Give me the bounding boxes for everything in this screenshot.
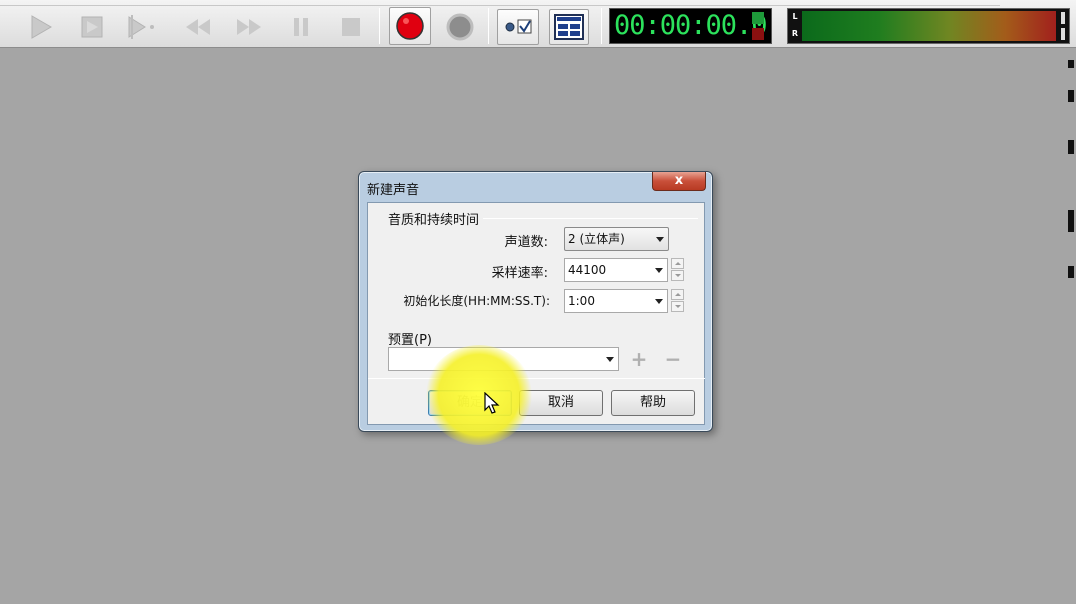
ruler-tick xyxy=(1068,140,1074,154)
close-button[interactable]: x xyxy=(652,172,706,191)
chevron-down-icon xyxy=(606,357,614,362)
sample-rate-combo[interactable]: 44100 xyxy=(564,258,668,282)
toolbar-separator xyxy=(379,8,380,44)
add-preset-icon[interactable]: + xyxy=(630,349,648,369)
input-monitor-button[interactable] xyxy=(497,9,539,45)
init-length-value: 1:00 xyxy=(568,294,595,308)
chevron-down-icon xyxy=(655,268,663,273)
stop-button[interactable] xyxy=(333,9,369,45)
pause-button[interactable] xyxy=(283,9,319,45)
play-icon xyxy=(31,15,52,39)
fast-forward-icon xyxy=(237,19,261,35)
display-settings-icon xyxy=(554,14,584,40)
init-length-label: 初始化长度(HH:MM:SS.T): xyxy=(403,294,550,308)
mouse-cursor-icon xyxy=(484,392,500,414)
toolbar-separator xyxy=(601,8,602,44)
dialog-body: 音质和持续时间 声道数: 2 (立体声) 采样速率: 44100 初始化长度(H… xyxy=(367,202,705,425)
record-button[interactable] xyxy=(389,7,431,45)
transport-toolbar: 00:00:00.0 L R xyxy=(0,0,1076,48)
remove-preset-icon[interactable]: − xyxy=(664,349,682,369)
spin-down-icon[interactable] xyxy=(671,270,684,281)
sample-rate-label: 采样速率: xyxy=(491,266,548,281)
toolbar-separator xyxy=(488,8,489,44)
side-ruler xyxy=(1068,60,1076,360)
group-title: 音质和持续时间 xyxy=(388,209,484,228)
stop-icon xyxy=(342,18,360,36)
loop-record-icon xyxy=(446,13,474,41)
play-from-cursor-icon xyxy=(128,15,154,39)
channels-label: 声道数: xyxy=(504,235,548,250)
dialog-title: 新建声音 xyxy=(367,183,420,198)
meter-bar xyxy=(802,11,1056,41)
level-meter: L R xyxy=(787,8,1070,44)
init-length-spinner[interactable] xyxy=(671,289,684,313)
ruler-tick xyxy=(1068,90,1074,102)
play-button[interactable] xyxy=(22,9,58,45)
record-icon xyxy=(396,12,424,40)
spin-down-icon[interactable] xyxy=(671,301,684,312)
fast-forward-button[interactable] xyxy=(231,9,267,45)
pause-icon xyxy=(294,18,308,36)
time-indicator-red xyxy=(752,28,764,40)
ruler-tick xyxy=(1068,60,1074,68)
rewind-icon xyxy=(186,19,210,35)
new-sound-dialog: 新建声音 x 音质和持续时间 声道数: 2 (立体声) 采样速率: 44100 … xyxy=(358,171,713,432)
loop-record-button[interactable] xyxy=(442,9,478,45)
ruler-tick xyxy=(1068,266,1074,278)
meter-peak-right xyxy=(1061,28,1065,40)
init-length-combo[interactable]: 1:00 xyxy=(564,289,668,313)
rewind-button[interactable] xyxy=(180,9,216,45)
help-button[interactable]: 帮助 xyxy=(611,390,695,416)
time-display: 00:00:00.0 xyxy=(609,8,772,44)
close-icon: x xyxy=(674,173,684,188)
time-readout: 00:00:00.0 xyxy=(614,10,768,41)
chevron-down-icon xyxy=(656,237,664,242)
ruler-tick xyxy=(1068,210,1074,232)
meter-peak-left xyxy=(1061,12,1065,24)
spin-up-icon[interactable] xyxy=(671,289,684,300)
preset-label: 预置(P) xyxy=(388,333,432,348)
spin-up-icon[interactable] xyxy=(671,258,684,269)
toolbar-top-line xyxy=(0,0,1000,6)
sample-rate-spinner[interactable] xyxy=(671,258,684,282)
sample-rate-value: 44100 xyxy=(568,263,607,277)
button-divider xyxy=(368,378,705,379)
meter-left-label: L xyxy=(792,12,798,21)
preset-combo[interactable] xyxy=(388,347,619,371)
play-from-cursor-button[interactable] xyxy=(123,9,159,45)
time-indicator-green xyxy=(752,12,764,24)
stop-to-end-button[interactable] xyxy=(74,9,110,45)
channels-value: 2 (立体声) xyxy=(568,232,625,246)
meter-right-label: R xyxy=(791,29,799,38)
input-monitor-icon xyxy=(505,19,532,34)
chevron-down-icon xyxy=(655,299,663,304)
channels-select[interactable]: 2 (立体声) xyxy=(564,227,669,251)
stop-to-end-icon xyxy=(81,16,103,38)
display-settings-button[interactable] xyxy=(549,9,589,45)
cancel-button[interactable]: 取消 xyxy=(519,390,603,416)
